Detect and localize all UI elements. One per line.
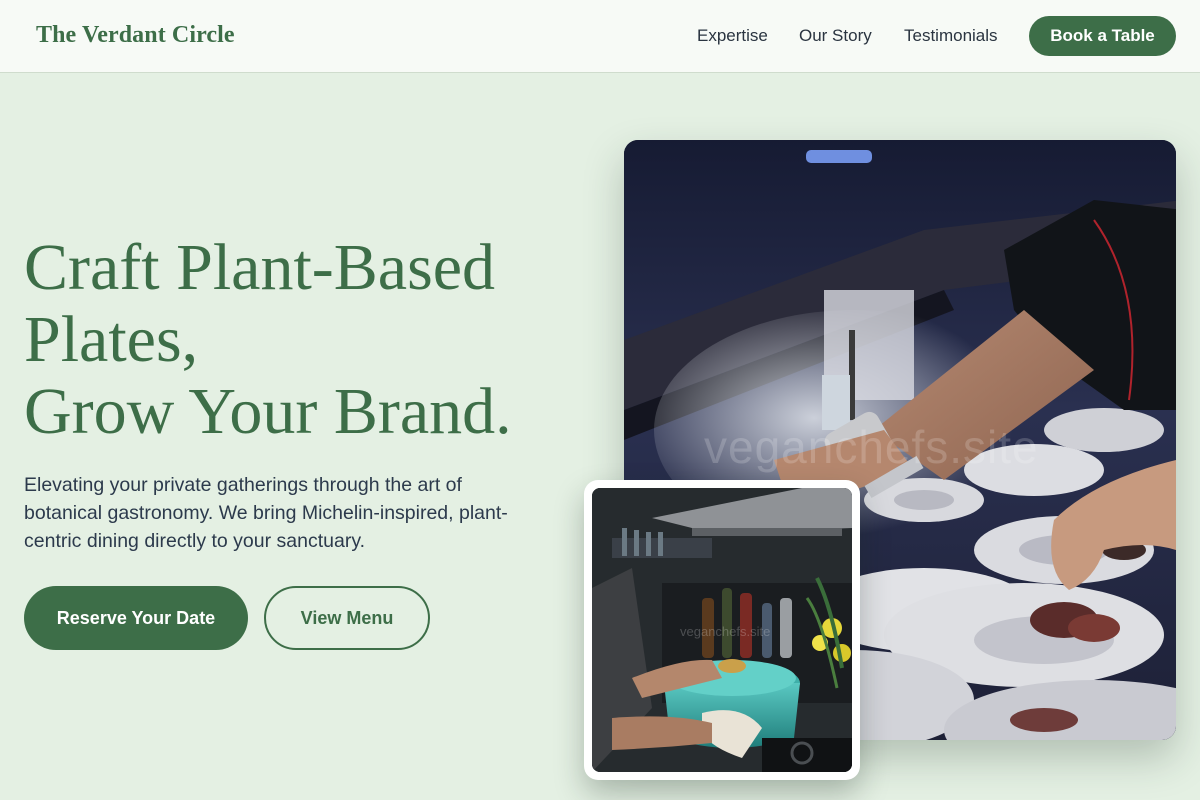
- brand-logo[interactable]: The Verdant Circle: [36, 22, 235, 49]
- hero-title: Craft Plant-Based Plates, Grow Your Bran…: [24, 232, 604, 448]
- hero-title-line-3: Grow Your Brand.: [24, 375, 512, 448]
- hero-title-line-1: Craft Plant-Based: [24, 231, 496, 304]
- main-photo-watermark: veganchefs.site: [704, 421, 1039, 473]
- nav-link-testimonials[interactable]: Testimonials: [904, 26, 998, 46]
- book-table-button[interactable]: Book a Table: [1029, 16, 1176, 56]
- inset-photo-frame: veganchefs.site: [584, 480, 860, 780]
- site-header: The Verdant Circle Expertise Our Story T…: [0, 0, 1200, 73]
- nav-link-our-story[interactable]: Our Story: [799, 26, 872, 46]
- hero-subtitle: Elevating your private gatherings throug…: [24, 474, 508, 552]
- nav-link-expertise[interactable]: Expertise: [697, 26, 768, 46]
- inset-photo-watermark: veganchefs.site: [680, 624, 771, 639]
- cook-with-pot-photo: veganchefs.site: [592, 488, 852, 772]
- hero-title-line-2: Plates,: [24, 303, 199, 376]
- view-menu-button[interactable]: View Menu: [264, 586, 430, 650]
- reserve-date-button[interactable]: Reserve Your Date: [24, 586, 248, 650]
